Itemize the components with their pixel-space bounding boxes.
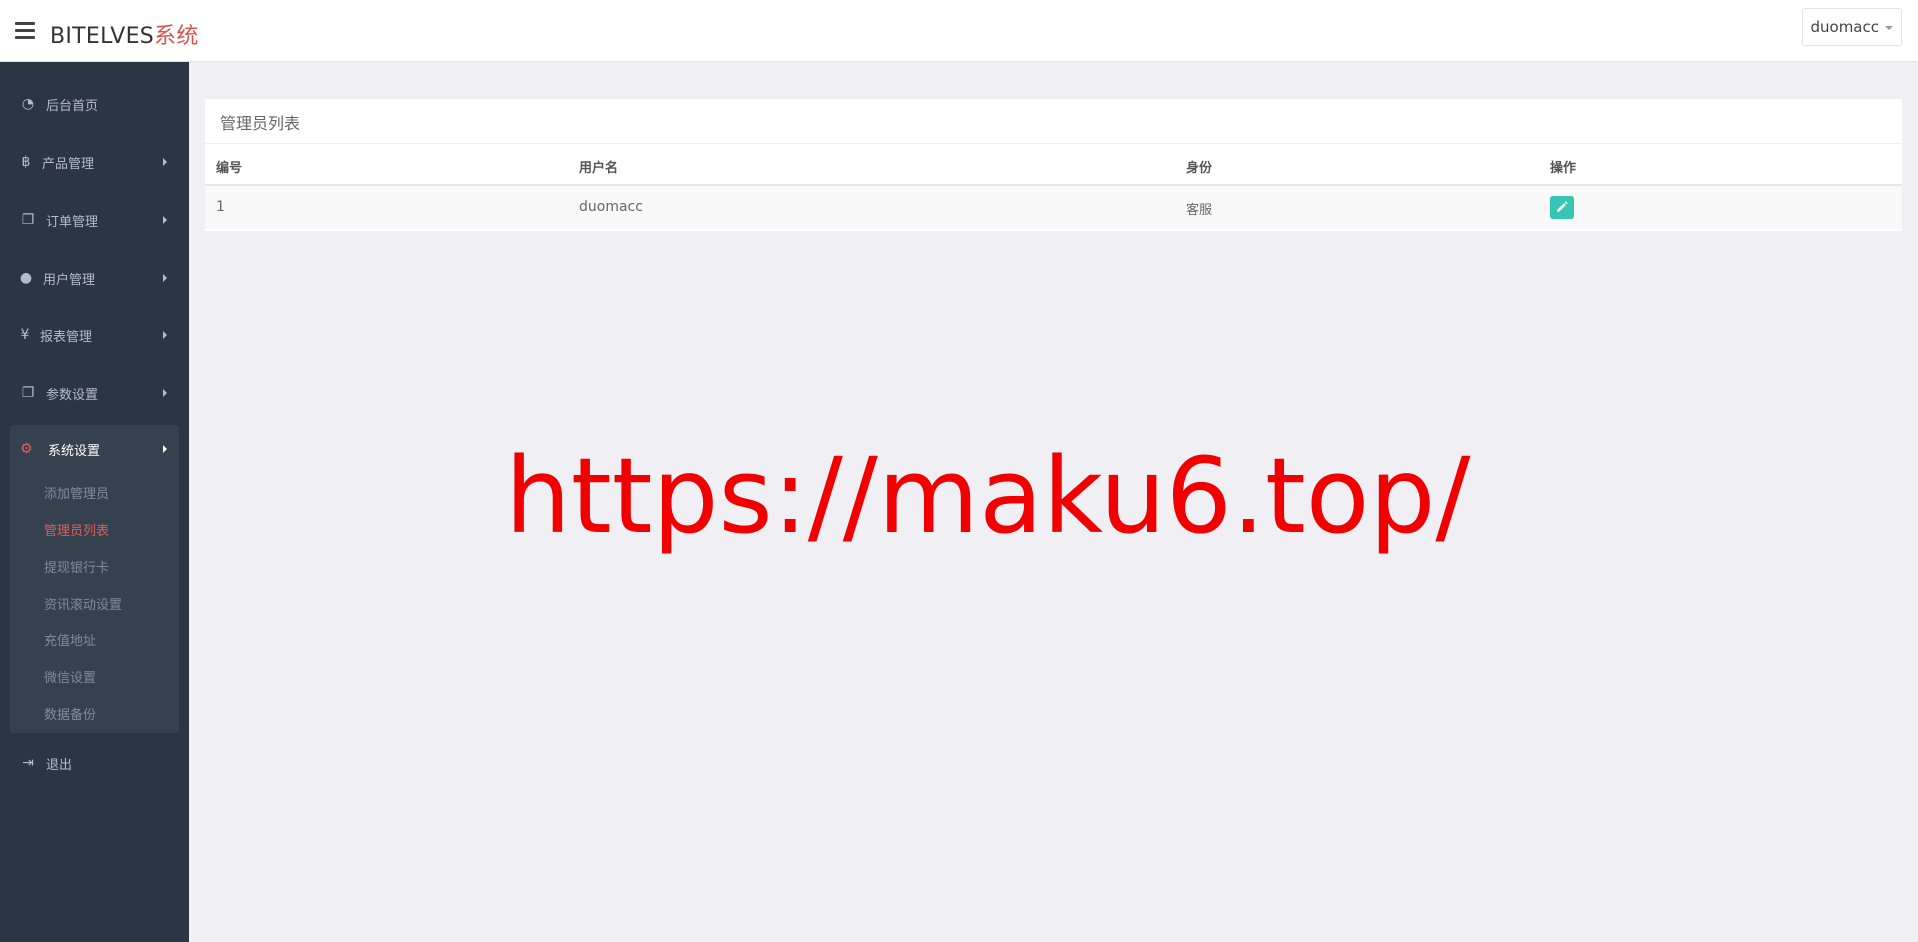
chevron-right-icon [163,389,167,397]
submenu-news-scroll[interactable]: 资讯滚动设置 [44,594,122,613]
chevron-right-icon [163,331,167,339]
sidebar-item-reports[interactable]: ¥ 报表管理 [0,315,189,355]
cell-id: 1 [216,199,225,215]
top-header: BITELVES系统 duomacc [0,0,1918,62]
sidebar-item-dashboard[interactable]: ◔ 后台首页 [0,84,189,124]
sidebar-item-label: 报表管理 [40,330,93,345]
user-menu-button[interactable]: duomacc [1802,8,1902,46]
table-header: 编号 用户名 身份 操作 [205,143,1902,186]
chevron-right-icon [163,158,167,166]
cell-username: duomacc [579,199,643,215]
user-name: duomacc [1810,18,1879,36]
brand-logo[interactable]: BITELVES系统 [50,18,199,50]
sidebar-item-label: 产品管理 [42,157,95,172]
sidebar-item-params[interactable]: ❐ 参数设置 [0,373,189,413]
submenu-wechat-settings[interactable]: 微信设置 [44,667,96,686]
edit-button[interactable] [1550,196,1574,219]
brand-accent: 系统 [154,24,199,49]
dashboard-icon: ◔ [21,96,35,112]
cell-role: 客服 [1186,203,1213,218]
copy-icon: ❐ [21,385,35,401]
submenu-bank-card[interactable]: 提现银行卡 [44,557,109,576]
sidebar-item-label: 订单管理 [46,215,99,230]
sidebar-item-label: 退出 [46,758,73,773]
chevron-right-icon [163,216,167,224]
menu-toggle-icon[interactable] [15,22,35,39]
sidebar-item-label: 用户管理 [43,273,96,288]
sidebar-item-logout[interactable]: ⇥ 退出 [0,743,189,783]
chevron-right-icon [163,445,167,453]
yen-icon: ¥ [20,327,30,343]
chevron-right-icon [163,274,167,282]
sign-out-icon: ⇥ [22,755,34,771]
brand-main: BITELVES [50,24,155,49]
sidebar-item-users[interactable]: ● 用户管理 [0,258,189,298]
user-icon: ● [19,270,33,286]
submenu-admin-list[interactable]: 管理员列表 [44,520,109,539]
sidebar-item-products[interactable]: ฿ 产品管理 [0,142,189,182]
panel-title: 管理员列表 [220,114,301,133]
column-header-id: 编号 [216,161,243,176]
column-header-role: 身份 [1186,161,1213,176]
submenu-data-backup[interactable]: 数据备份 [44,704,96,723]
pencil-icon [1557,201,1568,212]
sidebar-item-system-settings[interactable]: ⚙ 系统设置 [10,425,179,473]
column-header-actions: 操作 [1550,161,1577,176]
caret-down-icon [1885,26,1893,30]
submenu-recharge-address[interactable]: 充值地址 [44,630,96,649]
bitcoin-icon: ฿ [21,154,31,170]
submenu-add-admin[interactable]: 添加管理员 [44,483,109,502]
sidebar-group-system-settings: ⚙ 系统设置 添加管理员 管理员列表 提现银行卡 资讯滚动设置 充值地址 微信设… [10,425,179,733]
copy-icon: ❐ [21,212,35,228]
sidebar-item-label: 系统设置 [48,444,101,459]
watermark-text: https://maku6.top/ [505,435,1471,557]
sidebar-item-label: 后台首页 [46,99,99,114]
table-row: 1 duomacc 客服 [205,186,1902,229]
column-header-username: 用户名 [579,161,619,176]
cogs-icon: ⚙ [20,441,33,457]
sidebar-item-label: 参数设置 [46,388,99,403]
sidebar-item-orders[interactable]: ❐ 订单管理 [0,200,189,240]
admin-list-panel: 管理员列表 编号 用户名 身份 操作 1 duomacc 客服 [205,99,1902,231]
